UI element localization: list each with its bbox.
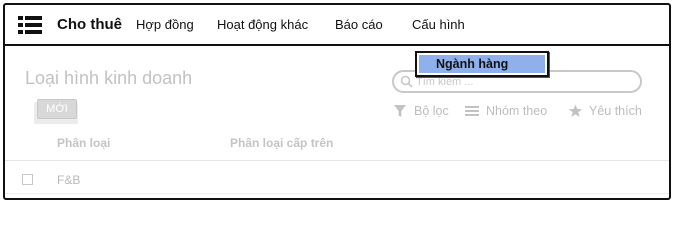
column-header-category[interactable]: Phân loại [57, 136, 110, 150]
new-button[interactable]: MỚI [37, 99, 77, 119]
configuration-dropdown-menu: Ngành hàng [415, 51, 549, 77]
favorites-label: Yêu thích [589, 104, 642, 118]
filter-button[interactable]: Bộ lọc [394, 104, 454, 120]
app-window: Cho thuê Hợp đồng Hoạt động khác Báo cáo… [3, 3, 671, 200]
filter-label: Bộ lọc [414, 104, 449, 118]
nav-item-contracts[interactable]: Hợp đồng [136, 17, 194, 32]
menu-item-industry[interactable]: Ngành hàng [419, 55, 545, 73]
star-icon [568, 104, 583, 117]
page-title: Loại hình kinh doanh [25, 68, 193, 88]
group-lines-icon [465, 106, 479, 116]
group-by-button[interactable]: Nhóm theo [465, 104, 557, 120]
header-divider [5, 160, 669, 161]
top-navbar: Cho thuê Hợp đồng Hoạt động khác Báo cáo… [5, 5, 669, 46]
main-content: Loại hình kinh doanh MỚI Bộ lọc [5, 46, 669, 198]
favorites-button[interactable]: Yêu thích [568, 104, 648, 120]
app-brand[interactable]: Cho thuê [57, 16, 122, 33]
row-checkbox[interactable] [22, 174, 33, 185]
search-icon [400, 75, 413, 88]
nav-item-other-activities[interactable]: Hoạt động khác [217, 17, 308, 32]
table-row-category[interactable]: F&B [57, 173, 80, 187]
group-by-label: Nhóm theo [486, 104, 548, 118]
nav-item-reports[interactable]: Báo cáo [335, 17, 383, 32]
nav-item-configuration[interactable]: Cấu hình [412, 17, 465, 32]
column-header-parent-category[interactable]: Phân loại cấp trên [230, 136, 333, 150]
funnel-icon [394, 105, 406, 117]
app-menu-icon[interactable] [18, 16, 42, 34]
row-divider [5, 193, 669, 194]
